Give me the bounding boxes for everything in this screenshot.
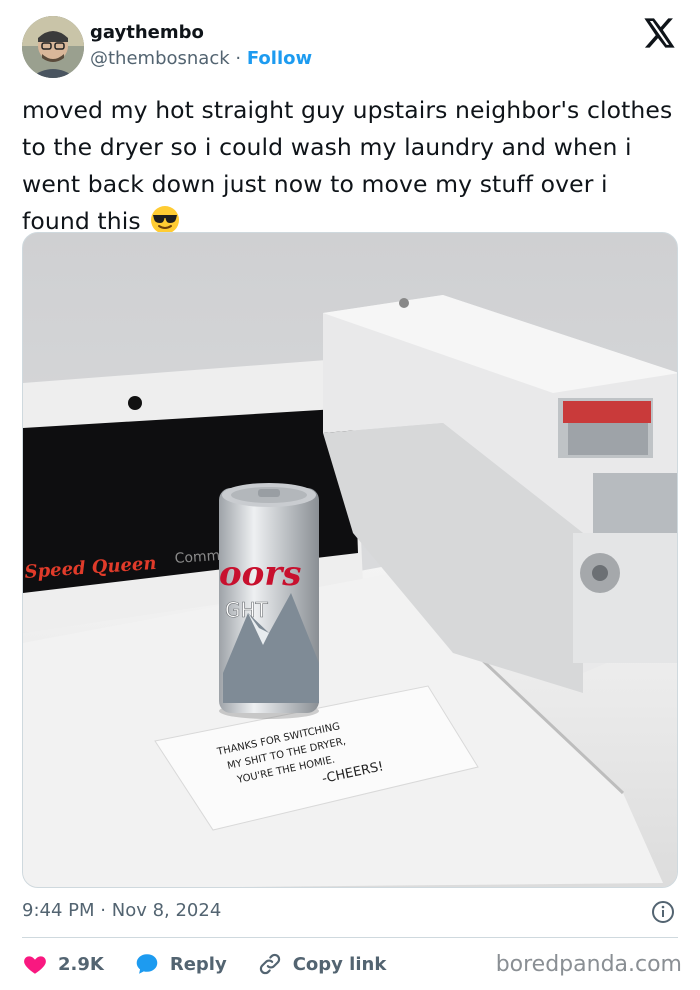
tweet-text-body: moved my hot straight guy upstairs neigh… <box>22 96 673 235</box>
reply-button[interactable]: Reply <box>134 951 227 977</box>
can-light-text: GHT <box>225 598 269 622</box>
beer-can: oors GHT <box>219 483 319 719</box>
separator-dot: · <box>235 48 242 69</box>
divider <box>22 937 678 938</box>
handle[interactable]: @thembosnack <box>90 48 230 69</box>
copy-link-label: Copy link <box>292 953 387 975</box>
tweet-text: moved my hot straight guy upstairs neigh… <box>22 92 682 240</box>
reply-bubble-icon <box>136 954 158 974</box>
display-name[interactable]: gaythembo <box>90 22 204 43</box>
follow-button[interactable]: Follow <box>247 48 312 69</box>
info-icon[interactable] <box>651 900 675 924</box>
like-button[interactable]: 2.9K <box>22 951 104 977</box>
watermark: boredpanda.com <box>495 952 682 977</box>
copy-link-button[interactable]: Copy link <box>257 951 387 977</box>
x-logo-icon[interactable] <box>644 18 676 48</box>
link-icon <box>259 953 280 975</box>
avatar[interactable] <box>22 16 84 78</box>
like-count: 2.9K <box>58 953 104 975</box>
action-bar: 2.9K Reply Copy link <box>22 950 416 978</box>
tweet-card: gaythembo @thembosnack · Follow moved my… <box>0 0 700 990</box>
timestamp-dot: · <box>100 900 106 921</box>
reply-label: Reply <box>169 953 227 975</box>
handle-line: @thembosnack · Follow <box>90 48 312 69</box>
heart-icon <box>24 956 46 974</box>
date: Nov 8, 2024 <box>111 900 222 921</box>
sunglasses-emoji-icon <box>150 205 180 235</box>
timestamp[interactable]: 9:44 PM · Nov 8, 2024 <box>22 900 221 921</box>
time: 9:44 PM <box>22 900 95 921</box>
can-brand-text: oors <box>219 554 301 594</box>
tweet-photo[interactable]: Speed Queen Comme THANKS FOR SWITCHING M… <box>22 232 678 888</box>
